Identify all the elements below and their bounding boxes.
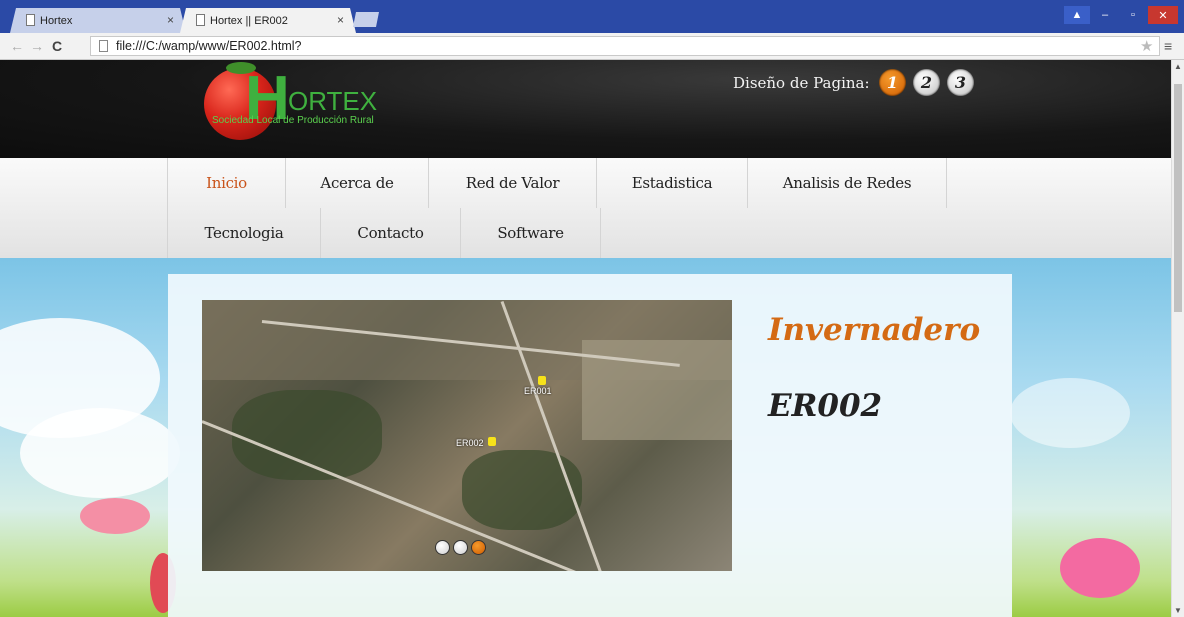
design-label: Diseño de Pagina:: [733, 74, 870, 92]
slider-dot-3[interactable]: [471, 540, 486, 555]
restore-button[interactable]: ▫: [1120, 6, 1146, 24]
bookmark-star-icon[interactable]: ★: [1140, 37, 1153, 55]
browser-tab-er002[interactable]: Hortex || ER002 ×: [180, 8, 356, 33]
tab-title: Hortex || ER002: [210, 14, 288, 27]
location-pin-icon: [488, 437, 496, 446]
reload-icon[interactable]: C: [52, 38, 62, 54]
browser-tab-bar: Hortex × Hortex || ER002 × ▲ – ▫ ✕: [0, 0, 1184, 33]
browser-tab-hortex[interactable]: Hortex ×: [10, 8, 186, 33]
page-icon: [99, 40, 108, 52]
flower-icon: [1060, 538, 1140, 598]
user-icon[interactable]: ▲: [1064, 6, 1090, 24]
site-header: H ORTEX Sociedad Local de Producción Rur…: [0, 60, 1171, 158]
close-window-button[interactable]: ✕: [1148, 6, 1178, 24]
tab-title: Hortex: [40, 14, 73, 27]
url-text: file:///C:/wamp/www/ER002.html?: [116, 39, 302, 53]
page-icon: [196, 14, 205, 26]
flower-icon: [80, 498, 150, 534]
page-viewport: H ORTEX Sociedad Local de Producción Rur…: [0, 60, 1171, 617]
design-button-1[interactable]: 1: [879, 69, 906, 96]
page-icon: [26, 14, 35, 26]
scroll-up-icon[interactable]: ▲: [1174, 62, 1182, 71]
nav-item-estadistica[interactable]: Estadistica: [597, 158, 748, 208]
nav-item-red-de-valor[interactable]: Red de Valor: [429, 158, 597, 208]
url-field[interactable]: file:///C:/wamp/www/ER002.html?: [90, 36, 1160, 56]
slider-image[interactable]: ER001 ER002: [202, 300, 732, 571]
slider-dot-2[interactable]: [453, 540, 468, 555]
nav-item-contacto[interactable]: Contacto: [321, 208, 461, 258]
cloud-shape: [1010, 378, 1130, 448]
close-icon[interactable]: ×: [167, 13, 174, 27]
scroll-down-icon[interactable]: ▼: [1174, 606, 1182, 615]
map-label-er001: ER001: [524, 386, 552, 396]
terrain: [232, 390, 382, 480]
design-button-3[interactable]: 3: [947, 69, 974, 96]
back-icon[interactable]: ←: [10, 38, 24, 54]
content-subtitle: ER002: [768, 388, 883, 424]
logo-word: ORTEX: [288, 86, 378, 116]
menu-icon[interactable]: ≡: [1164, 38, 1172, 54]
nav-item-tecnologia[interactable]: Tecnologia: [167, 208, 321, 258]
nav-item-acerca-de[interactable]: Acerca de: [286, 158, 429, 208]
nav-item-analisis-de-redes[interactable]: Analisis de Redes: [748, 158, 947, 208]
vertical-scrollbar[interactable]: ▲ ▼: [1171, 60, 1184, 617]
main-nav: Inicio Acerca de Red de Valor Estadistic…: [0, 158, 1171, 258]
nav-item-software[interactable]: Software: [461, 208, 601, 258]
scrollbar-thumb[interactable]: [1174, 84, 1182, 312]
cloud-shape: [20, 408, 180, 498]
close-icon[interactable]: ×: [337, 13, 344, 27]
design-button-2[interactable]: 2: [913, 69, 940, 96]
logo-subtitle: Sociedad Local de Producción Rural: [212, 115, 374, 126]
minimize-button[interactable]: –: [1092, 6, 1118, 24]
location-pin-icon: [538, 376, 546, 385]
forward-icon[interactable]: →: [30, 38, 44, 54]
nav-item-inicio[interactable]: Inicio: [167, 158, 286, 208]
content-title: Invernadero: [768, 312, 981, 348]
slider-dots: [435, 540, 486, 555]
terrain: [462, 450, 582, 530]
window-controls: ▲ – ▫ ✕: [1064, 6, 1178, 24]
address-toolbar: ← → C file:///C:/wamp/www/ER002.html? ★ …: [0, 33, 1184, 60]
slider-dot-1[interactable]: [435, 540, 450, 555]
map-label-er002: ER002: [456, 438, 484, 448]
new-tab-button[interactable]: [353, 12, 379, 27]
